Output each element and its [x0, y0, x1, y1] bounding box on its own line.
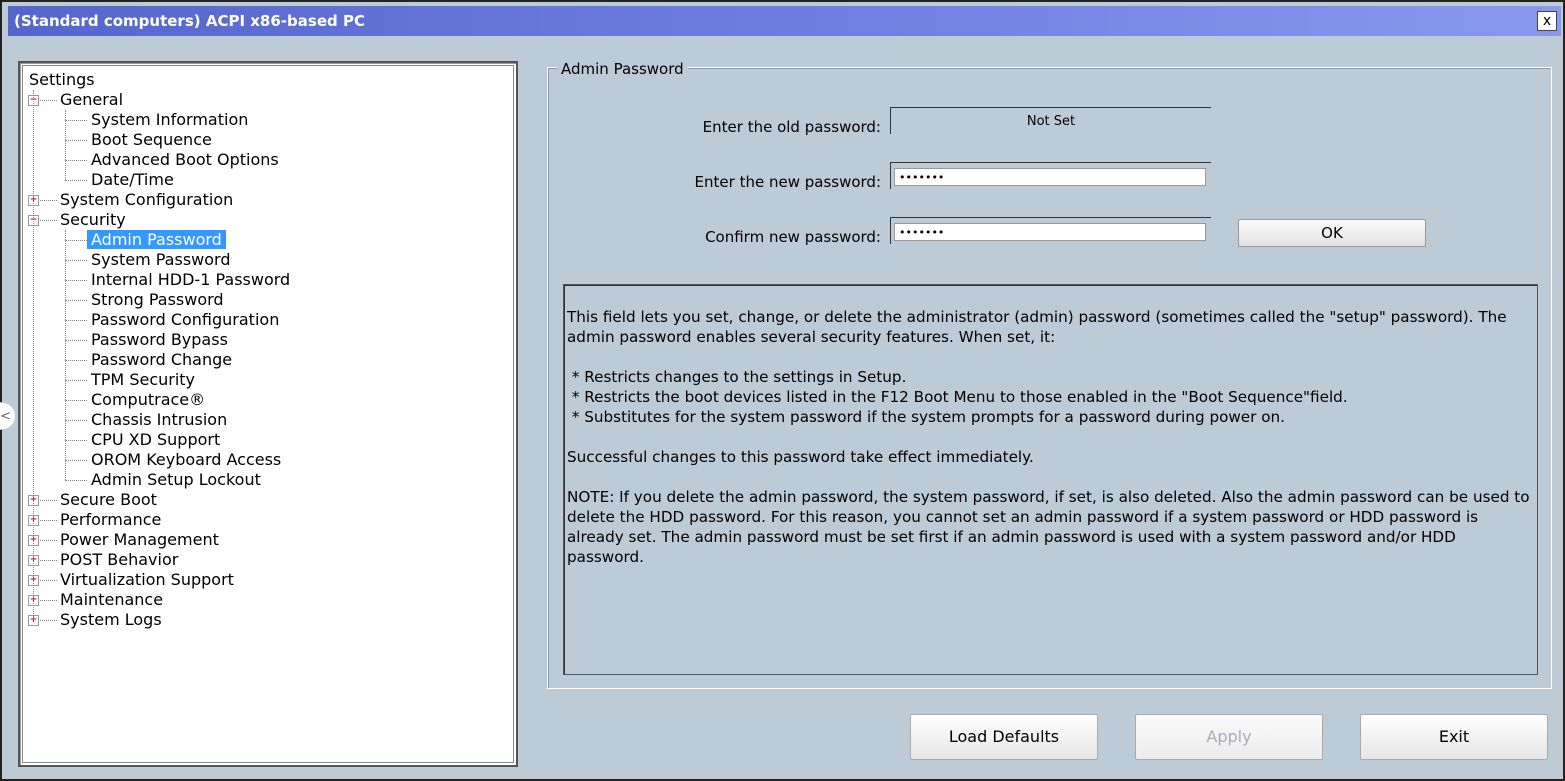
tree-item-label: Advanced Boot Options: [91, 150, 279, 169]
tree-item-label: TPM Security: [91, 370, 196, 389]
tree-connector: [65, 140, 87, 141]
tree-connector: [65, 400, 87, 401]
tree-item[interactable]: Password Configuration: [91, 310, 279, 330]
ok-button[interactable]: OK: [1238, 219, 1426, 247]
tree-item[interactable]: Strong Password: [91, 290, 224, 310]
exit-button[interactable]: Exit: [1360, 714, 1548, 760]
tree-item-label: Secure Boot: [60, 490, 157, 509]
new-password-label: Enter the new password:: [694, 173, 881, 191]
tree-item-label: Power Management: [60, 530, 219, 549]
tree-connector: [65, 320, 87, 321]
tree-item[interactable]: Chassis Intrusion: [91, 410, 227, 430]
tree-connector: [65, 300, 87, 301]
tree-item[interactable]: Computrace®: [91, 390, 205, 410]
apply-button[interactable]: Apply: [1135, 714, 1323, 760]
tree-root[interactable]: Settings: [29, 70, 95, 90]
tree-item[interactable]: System Configuration: [60, 190, 233, 210]
tree-item-label: Boot Sequence: [91, 130, 212, 149]
tree-connector: [65, 420, 87, 421]
confirm-password-field[interactable]: •••••••: [894, 223, 1206, 241]
group-title: Admin Password: [557, 60, 688, 78]
tree-item-label: Admin Setup Lockout: [91, 470, 261, 489]
window-title: (Standard computers) ACPI x86-based PC: [14, 12, 365, 30]
tree-connector: [65, 120, 87, 121]
tree-item-label: System Information: [91, 110, 249, 129]
tree-item-label: Virtualization Support: [60, 570, 234, 589]
title-bar[interactable]: (Standard computers) ACPI x86-based PC x: [8, 6, 1561, 36]
tree-item-label: System Password: [91, 250, 231, 269]
tree-connector: [65, 340, 87, 341]
tree-item-label: CPU XD Support: [91, 430, 221, 449]
load-defaults-button[interactable]: Load Defaults: [910, 714, 1098, 760]
tree-guide: [65, 110, 66, 180]
tree-item[interactable]: Advanced Boot Options: [91, 150, 279, 170]
settings-tree: Settings General − System Information Boot …: [18, 61, 518, 767]
tree-item[interactable]: OROM Keyboard Access: [91, 450, 281, 470]
tree-item-label: Password Configuration: [91, 310, 280, 329]
description-box: This field lets you set, change, or dele…: [563, 284, 1538, 675]
tree-root-label: Settings: [29, 70, 95, 89]
tree-item-label: Chassis Intrusion: [91, 410, 228, 429]
tree-container: Settings General − System Information Boot …: [22, 65, 514, 763]
new-password-field[interactable]: •••••••: [894, 168, 1206, 186]
tree-guide: [65, 230, 66, 480]
tree-item[interactable]: TPM Security: [91, 370, 195, 390]
tree-item[interactable]: Maintenance: [60, 590, 163, 610]
tree-connector: [65, 280, 87, 281]
tree-item[interactable]: CPU XD Support: [91, 430, 220, 450]
tree-item-label: System Logs: [60, 610, 162, 629]
tree-item-label: Date/Time: [91, 170, 174, 189]
tree-item-label: General: [60, 90, 124, 109]
tree-item-label: System Configuration: [60, 190, 234, 209]
tree-item[interactable]: System Information: [91, 110, 248, 130]
tree-guide: [33, 90, 34, 620]
tree-item[interactable]: System Logs: [60, 610, 162, 630]
tree-item[interactable]: Virtualization Support: [60, 570, 234, 590]
tree-item-label: Password Change: [91, 350, 233, 369]
tree-connector: [65, 260, 87, 261]
tree-item-label: Maintenance: [60, 590, 164, 609]
tree-item-label: Password Bypass: [91, 330, 228, 349]
tree-item-label: Computrace®: [91, 390, 206, 409]
old-password-value: Not Set: [890, 107, 1211, 134]
close-button[interactable]: x: [1537, 11, 1557, 31]
tree-item[interactable]: Admin Setup Lockout: [91, 470, 261, 490]
tree-connector: [65, 460, 87, 461]
tree-connector: [65, 360, 87, 361]
tree-item[interactable]: Password Bypass: [91, 330, 228, 350]
tree-connector: [65, 480, 87, 481]
tree-item[interactable]: Secure Boot: [60, 490, 157, 510]
tree-item[interactable]: Internal HDD-1 Password: [91, 270, 290, 290]
tree-item-label: POST Behavior: [60, 550, 179, 569]
tree-item[interactable]: Password Change: [91, 350, 232, 370]
tree-item-label: Performance: [60, 510, 162, 529]
tree-item-label: Strong Password: [91, 290, 224, 309]
tree-item-label: Admin Password: [87, 230, 226, 249]
tree-connector: [65, 180, 87, 181]
tree-connector: [65, 380, 87, 381]
tree-connector: [65, 240, 87, 241]
tree-item-label: Security: [60, 210, 126, 229]
description-text: This field lets you set, change, or dele…: [567, 308, 1530, 566]
tree-item[interactable]: General: [60, 90, 123, 110]
tree-item-label: Internal HDD-1 Password: [91, 270, 291, 289]
tree-item[interactable]: POST Behavior: [60, 550, 178, 570]
tree-item[interactable]: Performance: [60, 510, 161, 530]
tree-item[interactable]: Boot Sequence: [91, 130, 212, 150]
tree-item[interactable]: Date/Time: [91, 170, 174, 190]
tree-connector: [65, 160, 87, 161]
tree-item[interactable]: System Password: [91, 250, 230, 270]
old-password-label: Enter the old password:: [702, 118, 881, 136]
tree-connector: [65, 440, 87, 441]
confirm-password-label: Confirm new password:: [705, 228, 881, 246]
tree-item[interactable]: Power Management: [60, 530, 219, 550]
tree-item[interactable]: Security: [60, 210, 126, 230]
tree-item[interactable]: Admin Password: [87, 230, 226, 250]
tree-item-label: OROM Keyboard Access: [91, 450, 282, 469]
